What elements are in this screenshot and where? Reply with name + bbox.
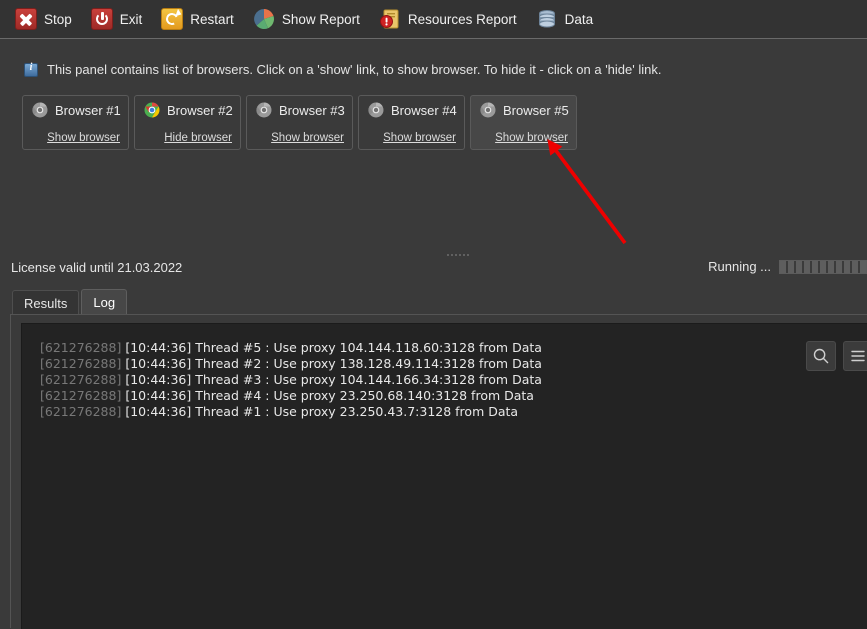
grip-dot — [455, 254, 457, 256]
tab-results[interactable]: Results — [12, 290, 80, 315]
restart-icon — [161, 8, 184, 30]
browser-panel-1-toggle-link[interactable]: Show browser — [47, 132, 120, 144]
chrome-icon-disabled — [32, 102, 48, 118]
log-line-body: [10:44:36] Thread #5 : Use proxy 104.144… — [125, 340, 542, 355]
browsers-info-text: This panel contains list of browsers. Cl… — [47, 62, 662, 77]
grip-dot — [467, 254, 469, 256]
pie-chart-icon — [253, 8, 275, 30]
log-line-id: [621276288] — [40, 356, 122, 371]
browser-panel-1-name: Browser #1 — [55, 102, 121, 118]
menu-icon — [849, 347, 867, 365]
tab-results-label: Results — [24, 295, 68, 311]
license-status-text: License valid until 21.03.2022 — [11, 260, 183, 275]
chrome-icon-disabled — [368, 102, 384, 118]
toolbar-label-exit: Exit — [119, 11, 143, 27]
power-icon — [90, 8, 113, 30]
tab-log-label: Log — [93, 295, 116, 310]
bottom-tabstrip: Results Log — [12, 289, 129, 315]
search-icon — [812, 347, 830, 365]
chrome-icon-disabled — [480, 102, 496, 118]
grip-dot — [463, 254, 465, 256]
log-line-id: [621276288] — [40, 404, 122, 419]
report-alert-icon — [379, 8, 401, 30]
browser-panel-5[interactable]: Browser #5 Show browser — [470, 95, 577, 150]
progress-bar — [779, 259, 867, 274]
browser-list: Browser #1 Show browser Browser #2 Hide … — [22, 95, 582, 150]
browser-panel-1[interactable]: Browser #1 Show browser — [22, 95, 129, 150]
grip-dot — [447, 254, 449, 256]
toolbar-button-data[interactable]: Data — [528, 3, 603, 35]
toolbar-button-show-report[interactable]: Show Report — [245, 3, 369, 35]
browser-panel-1-linkrow: Show browser — [23, 118, 128, 149]
grip-dot — [451, 254, 453, 256]
toolbar-label-show-report: Show Report — [281, 11, 360, 27]
log-line: [621276288] [10:44:36] Thread #3 : Use p… — [40, 372, 542, 388]
browser-panel-3-toggle-link[interactable]: Show browser — [271, 132, 344, 144]
browser-panel-2-name: Browser #2 — [167, 102, 233, 118]
log-line: [621276288] [10:44:36] Thread #1 : Use p… — [40, 404, 542, 420]
toolbar-label-resources-report: Resources Report — [407, 11, 517, 27]
browser-panel-4-name: Browser #4 — [391, 102, 457, 118]
toolbar-button-restart[interactable]: Restart — [153, 3, 243, 35]
running-status-label: Running ... — [708, 259, 771, 274]
log-line: [621276288] [10:44:36] Thread #4 : Use p… — [40, 388, 542, 404]
browser-panel-5-toggle-link[interactable]: Show browser — [495, 132, 568, 144]
toolbar-button-stop[interactable]: Stop — [7, 3, 81, 35]
browser-panel-5-name: Browser #5 — [503, 102, 569, 118]
log-action-buttons — [806, 341, 867, 371]
toolbar-label-stop: Stop — [44, 11, 72, 27]
running-status: Running ... — [708, 259, 867, 274]
browsers-info-row: This panel contains list of browsers. Cl… — [24, 62, 661, 77]
browser-panel-3[interactable]: Browser #3 Show browser — [246, 95, 353, 150]
log-line-id: [621276288] — [40, 388, 122, 403]
log-output-area[interactable]: [621276288] [10:44:36] Thread #5 : Use p… — [21, 323, 867, 629]
application-window: Stop Exit Restart Show Report Resources … — [0, 0, 867, 629]
log-line-body: [10:44:36] Thread #1 : Use proxy 23.250.… — [125, 404, 519, 419]
stop-icon — [15, 8, 37, 30]
log-line-body: [10:44:36] Thread #3 : Use proxy 104.144… — [125, 372, 542, 387]
browser-panel-2-toggle-link[interactable]: Hide browser — [164, 132, 232, 144]
browser-panel-4-linkrow: Show browser — [359, 118, 464, 149]
main-toolbar: Stop Exit Restart Show Report Resources … — [0, 0, 867, 39]
browser-panel-2-linkrow: Hide browser — [135, 118, 240, 149]
chrome-icon-color — [144, 102, 160, 118]
log-line: [621276288] [10:44:36] Thread #5 : Use p… — [40, 340, 542, 356]
chrome-icon-disabled — [256, 102, 272, 118]
toolbar-button-exit[interactable]: Exit — [83, 3, 152, 35]
browser-panel-4[interactable]: Browser #4 Show browser — [358, 95, 465, 150]
browser-panel-4-header: Browser #4 — [359, 96, 464, 118]
log-line-body: [10:44:36] Thread #4 : Use proxy 23.250.… — [125, 388, 534, 403]
toolbar-label-restart: Restart — [190, 11, 234, 27]
database-icon — [536, 8, 558, 30]
browser-panel-4-toggle-link[interactable]: Show browser — [383, 132, 456, 144]
log-lines: [621276288] [10:44:36] Thread #5 : Use p… — [40, 340, 542, 420]
browser-panel-2[interactable]: Browser #2 Hide browser — [134, 95, 241, 150]
log-line-id: [621276288] — [40, 372, 122, 387]
browser-panel-3-header: Browser #3 — [247, 96, 352, 118]
grip-dot — [459, 254, 461, 256]
log-menu-button[interactable] — [843, 341, 867, 371]
log-line-body: [10:44:36] Thread #2 : Use proxy 138.128… — [125, 356, 542, 371]
log-line-id: [621276288] — [40, 340, 122, 355]
browser-panel-3-linkrow: Show browser — [247, 118, 352, 149]
browser-panel-5-linkrow: Show browser — [471, 118, 576, 149]
browser-panel-5-header: Browser #5 — [471, 96, 576, 118]
browser-panel-3-name: Browser #3 — [279, 102, 345, 118]
toolbar-label-data: Data — [564, 11, 594, 27]
browser-panel-2-header: Browser #2 — [135, 96, 240, 118]
toolbar-button-resources-report[interactable]: Resources Report — [371, 3, 526, 35]
splitter-grip[interactable] — [447, 252, 469, 258]
tab-log[interactable]: Log — [81, 289, 128, 315]
info-icon — [24, 62, 38, 77]
log-line: [621276288] [10:44:36] Thread #2 : Use p… — [40, 356, 542, 372]
log-panel: [621276288] [10:44:36] Thread #5 : Use p… — [10, 314, 867, 629]
browser-panel-1-header: Browser #1 — [23, 96, 128, 118]
log-search-button[interactable] — [806, 341, 836, 371]
